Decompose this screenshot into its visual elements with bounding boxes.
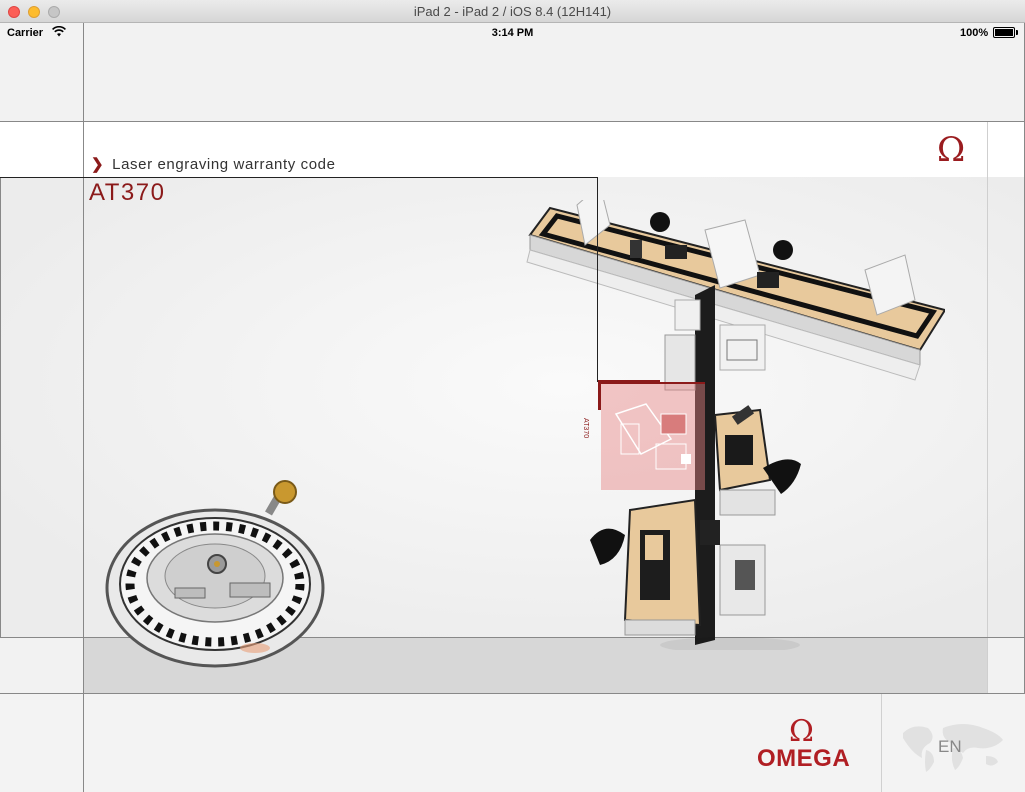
connector-line-horizontal: [0, 177, 597, 178]
station-tag-label: AT370: [582, 418, 589, 439]
station-marker-side: [598, 380, 601, 410]
ios-status-bar: Carrier 3:14 PM 100%: [0, 23, 1025, 43]
window-title: iPad 2 - iPad 2 / iOS 8.4 (12H141): [413, 4, 612, 19]
battery-percent: 100%: [960, 27, 989, 39]
highlighted-station-drawing: [614, 403, 691, 470]
lower-left-station: [590, 498, 702, 636]
simulator-window: iPad 2 - iPad 2 / iOS 8.4 (12H141) Carri…: [0, 0, 1025, 792]
workshop-layout-illustration: [526, 200, 945, 650]
window-title-bar: iPad 2 - iPad 2 / iOS 8.4 (12H141): [0, 0, 1025, 23]
omega-icon[interactable]: Ω: [937, 130, 965, 170]
grid-line-right: [987, 122, 988, 694]
station-marker-top: [598, 380, 660, 383]
station-highlight-at370[interactable]: [601, 382, 705, 490]
footer-divider: [881, 694, 882, 792]
grid-line-top: [0, 121, 1025, 122]
omega-logo-icon: Ω: [789, 714, 814, 749]
station-code-title: AT370: [89, 179, 166, 206]
breadcrumb[interactable]: ❯ Laser engraving warranty code: [91, 155, 336, 173]
watch-movement-image: [105, 480, 325, 668]
breadcrumb-label: Laser engraving warranty code: [112, 156, 336, 173]
grid-line-left: [83, 23, 84, 792]
chevron-right-icon: ❯: [91, 156, 105, 173]
omega-logo-wordmark: OMEGA: [757, 745, 851, 772]
bottom-bar: [0, 694, 1025, 792]
status-time: 3:14 PM: [491, 27, 534, 39]
battery-icon: [993, 27, 1015, 38]
battery-tip: [1016, 30, 1018, 35]
connector-line-vertical: [597, 177, 598, 382]
middle-right-station: [713, 405, 801, 516]
grid-line-frame: [0, 177, 1, 637]
grid-line-bottom: [0, 693, 1025, 694]
language-selector[interactable]: EN: [938, 737, 962, 757]
